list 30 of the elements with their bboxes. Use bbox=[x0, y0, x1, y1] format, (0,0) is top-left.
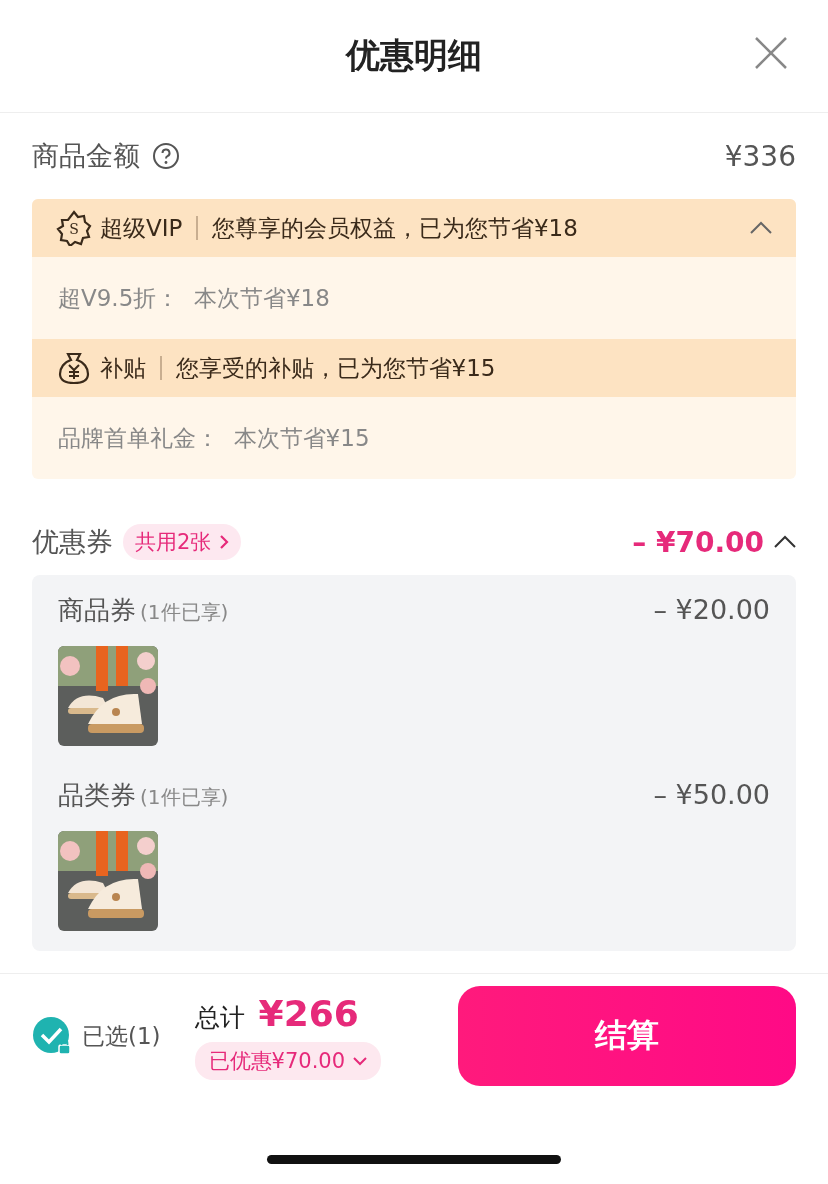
discount-pill[interactable]: 已优惠¥70.00 bbox=[194, 1041, 382, 1080]
goods-amount-label: 商品金额 bbox=[32, 139, 140, 173]
coupon-count-tag[interactable]: 共用2张 bbox=[123, 524, 242, 560]
close-icon[interactable] bbox=[754, 36, 788, 70]
chevron-right-icon bbox=[219, 534, 230, 550]
coupon-note: (1件已享) bbox=[140, 784, 229, 811]
coupon-label: 优惠券 bbox=[32, 525, 113, 559]
benefit-detail: 品牌首单礼金： 本次节省¥15 bbox=[58, 423, 370, 453]
total-label: 总计 bbox=[194, 1001, 245, 1034]
benefit-description: 您享受的补贴，已为您节省¥15 bbox=[175, 353, 496, 383]
coupon-amount: – ¥20.00 bbox=[653, 594, 770, 625]
goods-amount-value: ¥336 bbox=[724, 139, 796, 173]
checkbox[interactable] bbox=[32, 1016, 72, 1056]
coupon-total: – ¥70.00 bbox=[632, 525, 764, 559]
badge-icon: S bbox=[56, 210, 92, 246]
sheet-title: 优惠明细 bbox=[346, 34, 482, 77]
coupon-note: (1件已享) bbox=[140, 599, 229, 626]
money-bag-icon bbox=[56, 350, 92, 386]
help-icon[interactable] bbox=[152, 142, 180, 170]
benefit-name: 补贴 bbox=[100, 353, 146, 383]
coupon-name: 商品券 bbox=[58, 594, 136, 627]
chevron-icon[interactable] bbox=[774, 535, 796, 549]
benefit-detail: 超V9.5折： 本次节省¥18 bbox=[58, 283, 330, 313]
checkout-button[interactable]: 结算 bbox=[458, 986, 796, 1086]
benefit-description: 您尊享的会员权益，已为您节省¥18 bbox=[211, 213, 578, 243]
coupon-amount: – ¥50.00 bbox=[653, 779, 770, 810]
total-price: ¥266 bbox=[258, 992, 359, 1034]
selected-count: 已选(1) bbox=[82, 1021, 161, 1051]
benefit-name: 超级VIP bbox=[100, 213, 183, 243]
coupon-name: 品类券 bbox=[58, 779, 136, 812]
